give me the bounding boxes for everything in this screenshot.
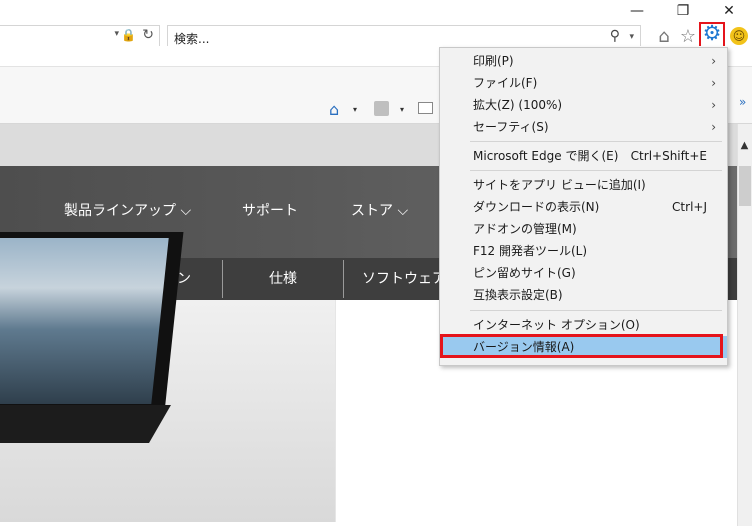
close-button[interactable]: ✕ bbox=[706, 0, 752, 22]
nav-products[interactable]: 製品ラインアップ ⌵ bbox=[64, 200, 191, 220]
feedback-smiley-icon[interactable]: ☺ bbox=[730, 27, 748, 45]
home-dropdown-icon[interactable]: ▾ bbox=[353, 105, 357, 114]
laptop-screen-image bbox=[0, 238, 169, 404]
chevron-right-icon: › bbox=[711, 120, 716, 134]
refresh-icon[interactable]: ↻ bbox=[142, 27, 154, 43]
address-dropdown-icon[interactable]: ▾ bbox=[114, 29, 119, 39]
chevron-right-icon: › bbox=[711, 54, 716, 68]
menu-item-pinned-sites[interactable]: ピン留めサイト(G) bbox=[440, 262, 727, 284]
favorites-star-icon[interactable]: ☆ bbox=[677, 26, 699, 48]
search-placeholder: 検索... bbox=[174, 32, 210, 46]
tab-software[interactable]: ソフトウェア bbox=[362, 268, 446, 288]
menu-item-label: 拡大(Z) (100%) bbox=[473, 98, 563, 112]
tools-gear-button[interactable]: ⚙ bbox=[699, 21, 725, 48]
menu-item-label: ファイル(F) bbox=[473, 76, 538, 90]
nav-store[interactable]: ストア ⌵ bbox=[351, 200, 408, 220]
menu-item-label: インターネット オプション(O) bbox=[473, 318, 640, 332]
smiley-face-glyph: ☺ bbox=[732, 29, 746, 43]
menu-item-zoom[interactable]: 拡大(Z) (100%) › bbox=[440, 94, 727, 116]
menu-item-shortcut: Ctrl+J bbox=[672, 200, 707, 214]
menu-item-label: サイトをアプリ ビューに追加(I) bbox=[473, 178, 646, 192]
gear-icon: ⚙ bbox=[702, 21, 722, 45]
menu-item-safety[interactable]: セーフティ(S) › bbox=[440, 116, 727, 138]
search-icon[interactable]: ⚲ bbox=[610, 28, 620, 44]
divider bbox=[343, 260, 344, 298]
more-commands-icon[interactable]: » bbox=[739, 95, 746, 109]
feeds-icon[interactable] bbox=[374, 101, 389, 116]
command-home-icon[interactable]: ⌂ bbox=[329, 100, 339, 119]
search-dropdown-icon[interactable]: ▾ bbox=[629, 32, 634, 42]
menu-separator bbox=[470, 141, 722, 142]
menu-item-internet-options[interactable]: インターネット オプション(O) bbox=[440, 314, 727, 336]
chevron-right-icon: › bbox=[711, 76, 716, 90]
tab-specs[interactable]: 仕様 bbox=[269, 268, 297, 288]
menu-item-label: 互換表示設定(B) bbox=[473, 288, 563, 302]
menu-item-manage-addons[interactable]: アドオンの管理(M) bbox=[440, 218, 727, 240]
divider bbox=[222, 260, 223, 298]
menu-item-label: F12 開発者ツール(L) bbox=[473, 244, 588, 258]
menu-item-compatibility-view[interactable]: 互換表示設定(B) bbox=[440, 284, 727, 306]
menu-item-f12-devtools[interactable]: F12 開発者ツール(L) bbox=[440, 240, 727, 262]
tools-menu: 印刷(P) › ファイル(F) › 拡大(Z) (100%) › セーフティ(S… bbox=[439, 47, 728, 366]
highlight-box bbox=[440, 334, 723, 358]
menu-item-label: セーフティ(S) bbox=[473, 120, 549, 134]
laptop-base-image bbox=[0, 405, 171, 443]
feeds-dropdown-icon[interactable]: ▾ bbox=[400, 105, 404, 114]
minimize-button[interactable]: — bbox=[614, 0, 660, 22]
menu-item-label: アドオンの管理(M) bbox=[473, 222, 577, 236]
menu-item-label: ダウンロードの表示(N) bbox=[473, 200, 600, 214]
lock-icon[interactable]: 🔒 bbox=[121, 28, 136, 42]
menu-item-label: ピン留めサイト(G) bbox=[473, 266, 576, 280]
scrollbar-thumb[interactable] bbox=[739, 166, 751, 206]
menu-item-open-in-edge[interactable]: Microsoft Edge で開く(E) Ctrl+Shift+E bbox=[440, 145, 727, 167]
nav-support[interactable]: サポート bbox=[242, 200, 298, 220]
menu-separator bbox=[470, 310, 722, 311]
menu-item-view-downloads[interactable]: ダウンロードの表示(N) Ctrl+J bbox=[440, 196, 727, 218]
mail-icon[interactable] bbox=[418, 102, 433, 114]
menu-item-print[interactable]: 印刷(P) › bbox=[440, 50, 727, 72]
menu-item-label: 印刷(P) bbox=[473, 54, 514, 68]
restore-button[interactable]: ❐ bbox=[660, 0, 706, 22]
home-icon[interactable]: ⌂ bbox=[653, 26, 675, 48]
menu-item-label: Microsoft Edge で開く(E) bbox=[473, 149, 619, 163]
scroll-up-icon[interactable]: ▲ bbox=[737, 140, 752, 151]
menu-separator bbox=[470, 170, 722, 171]
menu-item-shortcut: Ctrl+Shift+E bbox=[630, 149, 707, 163]
chevron-right-icon: › bbox=[711, 98, 716, 112]
menu-item-add-site-to-apps[interactable]: サイトをアプリ ビューに追加(I) bbox=[440, 174, 727, 196]
menu-item-file[interactable]: ファイル(F) › bbox=[440, 72, 727, 94]
